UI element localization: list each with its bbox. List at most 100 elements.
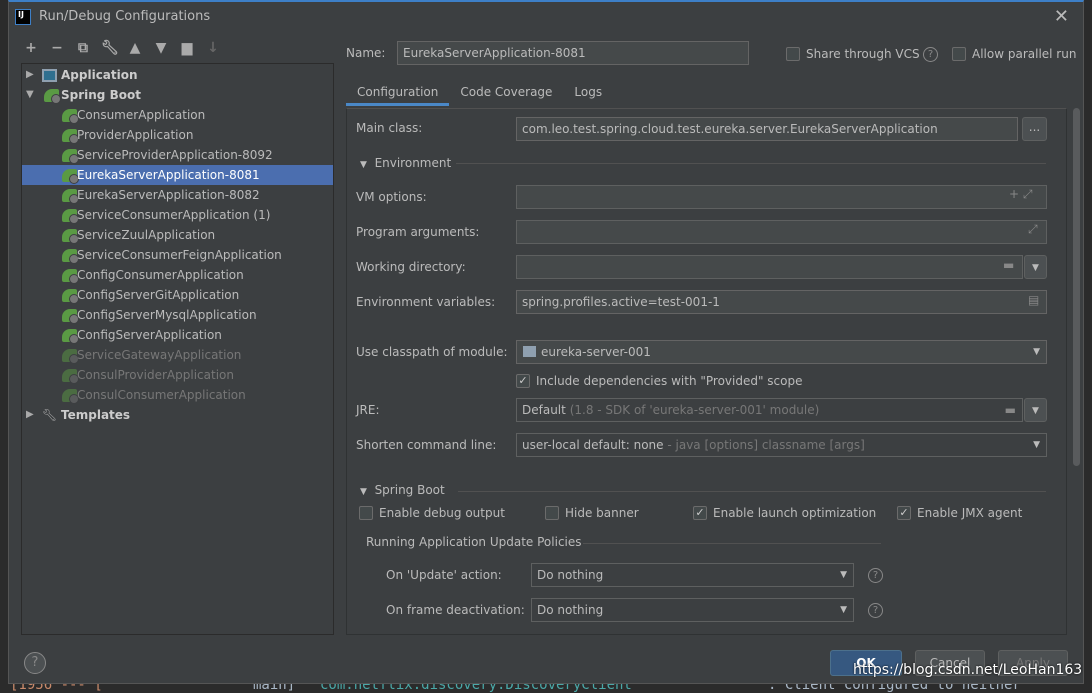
tree-item[interactable]: ServiceProviderApplication-8092 bbox=[22, 145, 333, 165]
main-class-label: Main class: bbox=[356, 121, 423, 135]
environment-variables-label: Environment variables: bbox=[356, 295, 496, 309]
add-icon[interactable]: + bbox=[23, 40, 39, 60]
sort-icon[interactable]: ↓ bbox=[205, 40, 221, 60]
move-up-icon[interactable]: ▲ bbox=[127, 40, 143, 60]
tree-item[interactable]: ConfigServerMysqlApplication bbox=[22, 305, 333, 325]
name-input[interactable]: EurekaServerApplication-8081 bbox=[397, 41, 749, 65]
jmx-agent-checkbox[interactable]: ✓ bbox=[897, 506, 911, 520]
classpath-module-select[interactable]: eureka-server-001 ▼ bbox=[516, 340, 1047, 364]
tree-group-label: Application bbox=[61, 68, 138, 82]
tree-group-label: Spring Boot bbox=[61, 88, 141, 102]
help-button[interactable]: ? bbox=[24, 652, 46, 674]
jre-hint: (1.8 - SDK of 'eureka-server-001' module… bbox=[569, 403, 820, 417]
spring-boot-icon bbox=[62, 249, 79, 264]
spring-boot-section[interactable]: ▼ Spring Boot bbox=[360, 483, 445, 497]
help-icon[interactable]: ? bbox=[868, 568, 883, 583]
title-bar: IJ Run/Debug Configurations ✕ bbox=[9, 2, 1083, 32]
environment-variables-input[interactable]: spring.profiles.active=test-001-1 bbox=[516, 290, 1047, 314]
spring-boot-icon bbox=[62, 129, 79, 144]
tree-toolbar: + − ⧉ 🔧︎ ▲ ▼ ▆ ↓ bbox=[23, 40, 221, 60]
tree-item-label: ServiceGatewayApplication bbox=[77, 348, 242, 362]
tree-item[interactable]: ConsumerApplication bbox=[22, 105, 333, 125]
tree-item[interactable]: EurekaServerApplication-8081 bbox=[22, 165, 333, 185]
hide-banner-checkbox[interactable] bbox=[545, 506, 559, 520]
edit-list-icon[interactable]: ▤ bbox=[1028, 293, 1039, 307]
tree-group-templates[interactable]: ▶ 🔧︎ Templates bbox=[22, 405, 333, 425]
spring-boot-icon bbox=[44, 89, 61, 104]
program-arguments-input[interactable] bbox=[516, 220, 1047, 244]
config-tree: ▶ Application ▼ Spring Boot ▶ 🔧︎ Templat… bbox=[21, 63, 334, 635]
divider bbox=[456, 163, 1046, 164]
frame-deactivation-select[interactable]: Do nothing ▼ bbox=[531, 598, 854, 622]
tree-item[interactable]: ConfigServerGitApplication bbox=[22, 285, 333, 305]
tab-logs[interactable]: Logs bbox=[563, 78, 613, 106]
tree-item-label: ConsumerApplication bbox=[77, 108, 206, 122]
collapse-arrow-icon[interactable]: ▼ bbox=[26, 85, 34, 105]
spring-boot-icon bbox=[62, 189, 79, 204]
jre-input[interactable]: Default (1.8 - SDK of 'eureka-server-001… bbox=[516, 398, 1023, 422]
help-icon[interactable]: ? bbox=[923, 47, 938, 62]
vm-options-input[interactable] bbox=[516, 185, 1047, 209]
wrench-icon[interactable]: 🔧︎ bbox=[101, 40, 119, 60]
tree-item[interactable]: ConsulConsumerApplication bbox=[22, 385, 333, 405]
spring-boot-icon bbox=[62, 109, 79, 124]
spring-boot-icon bbox=[62, 269, 79, 284]
tab-code-coverage[interactable]: Code Coverage bbox=[449, 78, 563, 106]
section-title: Environment bbox=[374, 156, 452, 170]
folder-icon[interactable]: ▬ bbox=[1005, 399, 1016, 421]
main-class-input[interactable]: com.leo.test.spring.cloud.test.eureka.se… bbox=[516, 117, 1018, 141]
expand-arrow-icon[interactable]: ▶ bbox=[26, 405, 34, 425]
scrollbar[interactable] bbox=[1073, 108, 1080, 466]
working-directory-input[interactable] bbox=[516, 255, 1023, 279]
update-action-select[interactable]: Do nothing ▼ bbox=[531, 563, 854, 587]
config-tabs: Configuration Code Coverage Logs bbox=[346, 78, 613, 106]
tree-item[interactable]: ConfigServerApplication bbox=[22, 325, 333, 345]
environment-section[interactable]: ▼ Environment bbox=[360, 156, 451, 170]
tree-group-spring-boot[interactable]: ▼ Spring Boot bbox=[22, 85, 333, 105]
tree-item[interactable]: ServiceConsumerApplication (1) bbox=[22, 205, 333, 225]
copy-icon[interactable]: ⧉ bbox=[75, 40, 91, 60]
spring-boot-icon bbox=[62, 149, 79, 164]
jre-dropdown[interactable]: ▼ bbox=[1024, 398, 1047, 422]
spring-boot-icon bbox=[62, 329, 79, 344]
shorten-command-line-label: Shorten command line: bbox=[356, 438, 497, 452]
tree-group-label: Templates bbox=[61, 408, 131, 422]
program-arguments-label: Program arguments: bbox=[356, 225, 480, 239]
tree-item[interactable]: EurekaServerApplication-8082 bbox=[22, 185, 333, 205]
tree-item-label: ProviderApplication bbox=[77, 128, 194, 142]
tree-item[interactable]: ConsulProviderApplication bbox=[22, 365, 333, 385]
include-provided-checkbox[interactable]: ✓ bbox=[516, 374, 530, 388]
allow-parallel-checkbox[interactable] bbox=[952, 47, 966, 61]
tree-item[interactable]: ProviderApplication bbox=[22, 125, 333, 145]
expand-icon[interactable]: + ⤢ bbox=[1009, 187, 1032, 202]
new-folder-icon[interactable]: ▆ bbox=[179, 40, 195, 60]
tree-item[interactable]: ServiceGatewayApplication bbox=[22, 345, 333, 365]
tab-configuration[interactable]: Configuration bbox=[346, 78, 450, 106]
help-icon[interactable]: ? bbox=[868, 603, 883, 618]
tree-item-label: ConfigServerMysqlApplication bbox=[77, 308, 257, 322]
jre-label: JRE: bbox=[356, 403, 380, 417]
spring-boot-icon bbox=[62, 349, 79, 364]
close-icon[interactable]: ✕ bbox=[1054, 6, 1069, 27]
share-vcs-checkbox[interactable] bbox=[786, 47, 800, 61]
tree-group-application[interactable]: ▶ Application bbox=[22, 65, 333, 85]
application-icon bbox=[42, 69, 57, 82]
tree-item[interactable]: ServiceZuulApplication bbox=[22, 225, 333, 245]
wrench-icon: 🔧︎ bbox=[42, 408, 58, 422]
working-directory-dropdown[interactable]: ▼ bbox=[1024, 255, 1047, 279]
folder-icon[interactable]: ▬ bbox=[1003, 258, 1014, 272]
move-down-icon[interactable]: ▼ bbox=[153, 40, 169, 60]
expand-icon[interactable]: ⤢ bbox=[1028, 222, 1038, 237]
browse-main-class-button[interactable]: ... bbox=[1022, 117, 1047, 141]
launch-optimization-checkbox[interactable]: ✓ bbox=[693, 506, 707, 520]
tree-item[interactable]: ServiceConsumerFeignApplication bbox=[22, 245, 333, 265]
spring-boot-icon bbox=[62, 289, 79, 304]
tree-item-label: EurekaServerApplication-8081 bbox=[77, 168, 260, 182]
tree-item[interactable]: ConfigConsumerApplication bbox=[22, 265, 333, 285]
tree-item-label: ConfigConsumerApplication bbox=[77, 268, 244, 282]
enable-debug-checkbox[interactable] bbox=[359, 506, 373, 520]
shorten-command-line-select[interactable]: user-local default: none - java [options… bbox=[516, 433, 1047, 457]
enable-debug-label: Enable debug output bbox=[379, 506, 505, 520]
expand-arrow-icon[interactable]: ▶ bbox=[26, 65, 34, 85]
remove-icon[interactable]: − bbox=[49, 40, 65, 60]
